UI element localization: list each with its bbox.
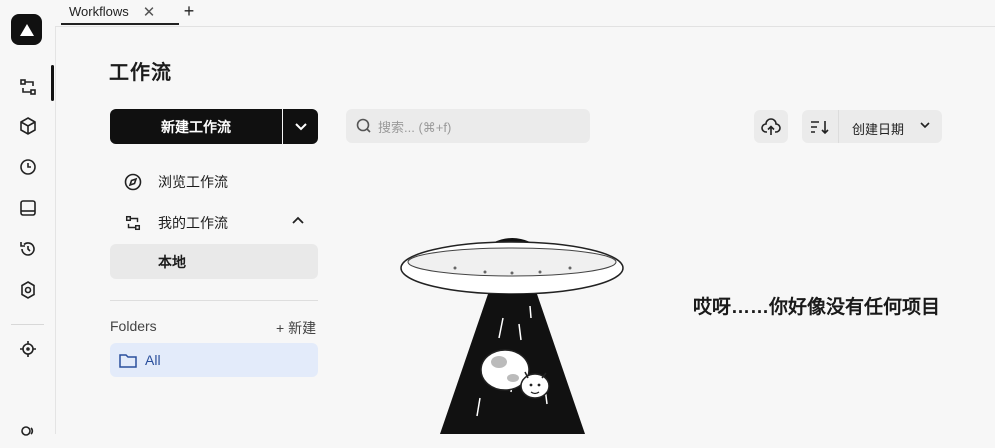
page-title: 工作流 (109, 62, 172, 84)
panel-icon[interactable] (0, 191, 55, 225)
tab-workflows[interactable]: Workflows ✕ (61, 0, 179, 25)
nav-browse-label: 浏览工作流 (158, 174, 228, 190)
workflow-icon[interactable] (0, 70, 55, 104)
empty-state-message: 哎呀……你好像没有任何项目 (693, 297, 941, 318)
folder-all-label: All (145, 352, 161, 368)
chevron-up-icon[interactable] (292, 216, 304, 224)
tab-bar: Workflows ✕ + (55, 0, 995, 27)
nav-my-workflows-label: 我的工作流 (158, 215, 228, 231)
sort-control[interactable]: 创建日期 (802, 110, 942, 143)
history-icon[interactable] (0, 232, 55, 266)
left-rail (0, 0, 56, 436)
upload-button[interactable] (754, 110, 788, 143)
target-icon[interactable] (0, 332, 55, 366)
chevron-down-icon (920, 122, 930, 129)
chevron-down-icon (294, 122, 307, 130)
tab-label: Workflows (69, 4, 129, 19)
folder-icon (119, 353, 137, 368)
search-input[interactable]: 搜索... (⌘+f) (346, 109, 590, 143)
upload-cloud-icon (761, 117, 781, 135)
folders-heading: Folders (110, 318, 157, 334)
folder-all[interactable]: All (110, 343, 318, 377)
sidebar-divider (110, 300, 318, 301)
compass-icon (116, 173, 150, 191)
close-icon[interactable]: ✕ (143, 3, 156, 21)
settings-icon[interactable] (0, 273, 55, 307)
new-folder-button[interactable]: + 新建 (276, 318, 316, 338)
ufo-illustration (400, 238, 624, 434)
user-icon[interactable] (0, 414, 55, 448)
rail-separator (11, 324, 44, 325)
new-workflow-dropdown-button[interactable] (283, 109, 318, 144)
nav-my-workflows[interactable]: 我的工作流 (110, 206, 318, 240)
clock-icon[interactable] (0, 150, 55, 184)
nav-local[interactable]: 本地 (110, 244, 318, 279)
new-workflow-button[interactable]: 新建工作流 (110, 109, 282, 144)
workflow-icon (116, 214, 150, 232)
sort-icon[interactable] (802, 110, 839, 143)
add-tab-button[interactable]: + (178, 1, 200, 23)
search-icon (356, 118, 371, 133)
nav-browse-workflows[interactable]: 浏览工作流 (110, 165, 318, 199)
sort-label: 创建日期 (852, 122, 905, 137)
rail-active-indicator (51, 65, 54, 101)
search-placeholder: 搜索... (⌘+f) (378, 119, 452, 135)
cube-icon[interactable] (0, 109, 55, 143)
app-logo-icon[interactable] (11, 14, 42, 45)
